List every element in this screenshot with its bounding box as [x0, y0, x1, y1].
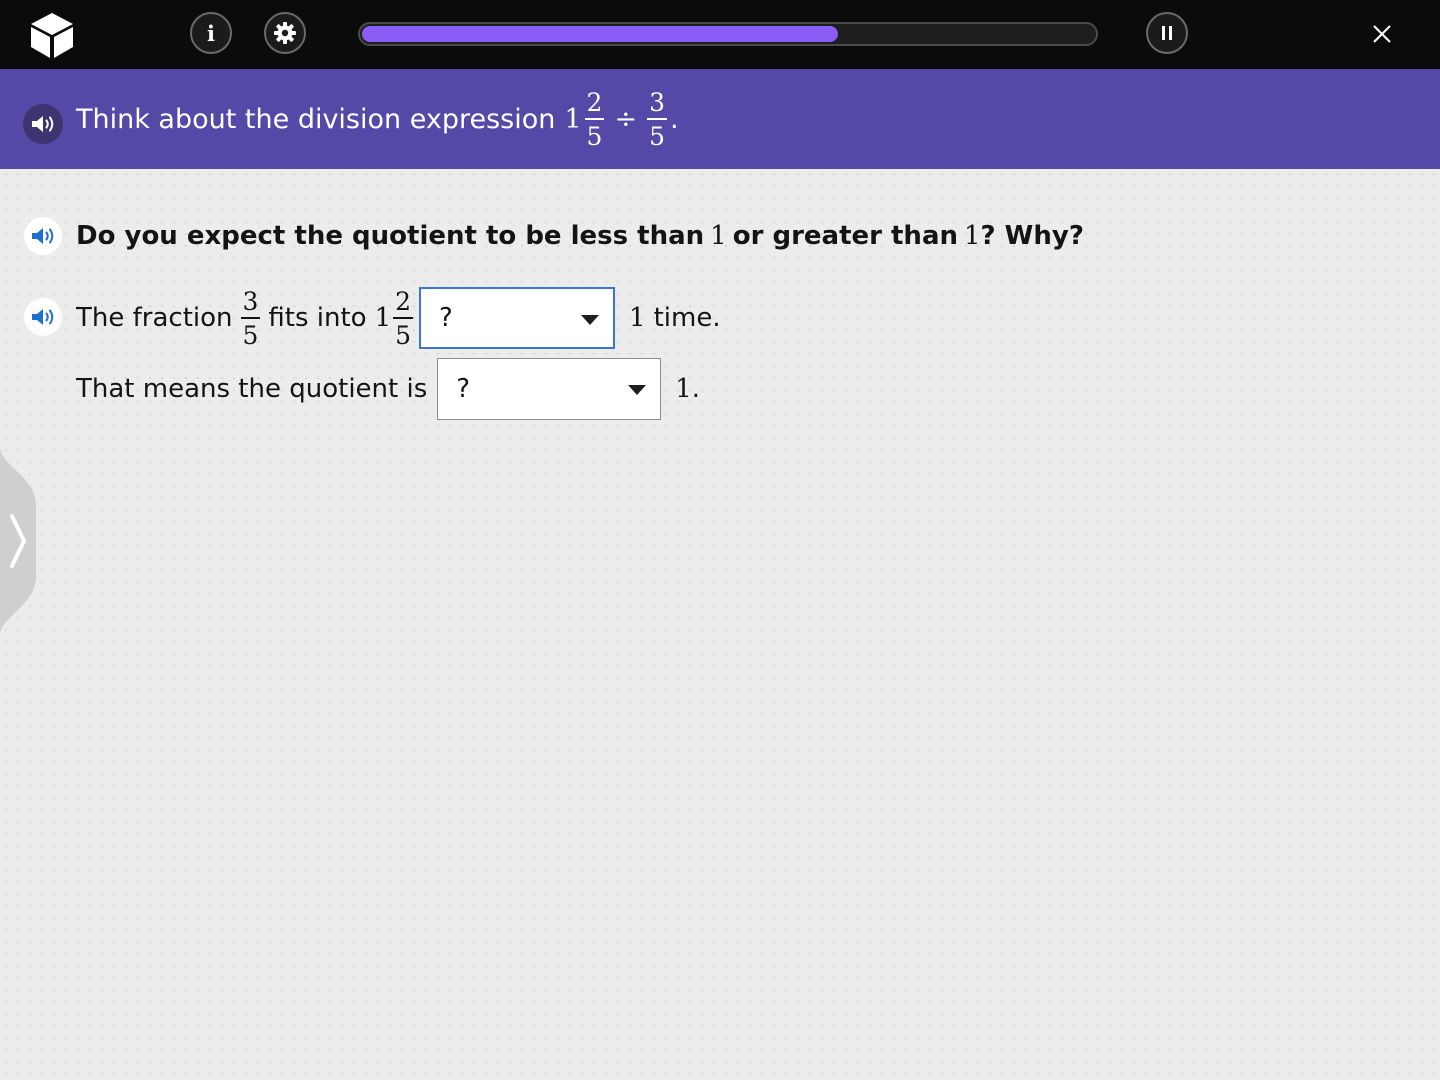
gear-icon	[274, 22, 296, 44]
line1-after-number: 1	[629, 303, 646, 333]
line2-after-number: 1	[675, 374, 692, 404]
line2-text-before: That means the quotient is	[76, 374, 428, 404]
fraction-numerator: 2	[393, 289, 414, 319]
dropdown-value: ?	[456, 374, 471, 404]
prompt-period: .	[669, 103, 679, 135]
pause-button[interactable]	[1146, 12, 1188, 54]
caret-down-icon	[628, 385, 647, 395]
audio-button[interactable]	[23, 104, 63, 144]
prompt-banner: Think about the division expression 1 2 …	[0, 69, 1440, 169]
fraction-denominator: 5	[395, 320, 412, 350]
progress-bar	[358, 22, 1098, 46]
answer-audio-button[interactable]	[24, 298, 62, 336]
prompt-whole-number: 1	[564, 103, 582, 135]
dropdown-value: ?	[439, 303, 453, 333]
progress-bar-fill	[362, 26, 838, 42]
fraction-denominator: 5	[649, 121, 665, 151]
line1-fraction: 3 5	[240, 289, 261, 350]
fits-dropdown[interactable]: ?	[419, 287, 616, 349]
question-number-1: 1	[710, 221, 727, 251]
fraction-numerator: 3	[240, 289, 261, 319]
top-bar: i	[0, 0, 1440, 69]
line1-whole-number: 1	[374, 303, 392, 333]
cube-logo-icon[interactable]	[28, 10, 76, 60]
prompt-label: Think about the division expression	[76, 103, 556, 135]
prompt-text: Think about the division expression 1 2 …	[76, 69, 679, 169]
info-icon: i	[207, 20, 215, 46]
speaker-icon	[32, 228, 54, 244]
fraction-denominator: 5	[586, 121, 603, 151]
line2-after-text: .	[691, 374, 701, 404]
answer-line-2: That means the quotient is ? 1 .	[76, 358, 700, 420]
settings-button[interactable]	[264, 12, 306, 54]
caret-down-icon	[581, 315, 600, 325]
question-part-3: ? Why?	[980, 221, 1084, 251]
line1-after-text: time.	[653, 303, 721, 333]
question-part-2: or greater than	[732, 221, 958, 251]
question-part-1: Do you expect the quotient to be less th…	[76, 221, 705, 251]
line1-mixed-fraction: 2 5	[393, 289, 414, 350]
question-number-2: 1	[964, 221, 981, 251]
prompt-fraction-b: 3 5	[647, 90, 667, 149]
answer-line-1: The fraction 3 5 fits into 1 2 5 ? 1 tim…	[76, 284, 721, 352]
question-audio-button[interactable]	[24, 217, 62, 255]
sidebar-toggle[interactable]	[0, 446, 40, 636]
question-text: Do you expect the quotient to be less th…	[76, 214, 1084, 258]
speaker-icon	[32, 116, 54, 132]
fraction-numerator: 2	[584, 90, 605, 120]
info-button[interactable]: i	[190, 12, 232, 54]
pause-icon	[1162, 26, 1172, 40]
prompt-fraction-a: 2 5	[584, 90, 605, 151]
close-icon[interactable]	[1368, 20, 1396, 48]
line1-text-middle: fits into	[268, 303, 367, 333]
speaker-icon	[32, 309, 54, 325]
line1-text-before: The fraction	[76, 303, 233, 333]
quotient-dropdown[interactable]: ?	[437, 358, 662, 420]
fraction-numerator: 3	[647, 90, 667, 120]
division-operator: ÷	[614, 103, 638, 135]
fraction-denominator: 5	[242, 320, 259, 350]
